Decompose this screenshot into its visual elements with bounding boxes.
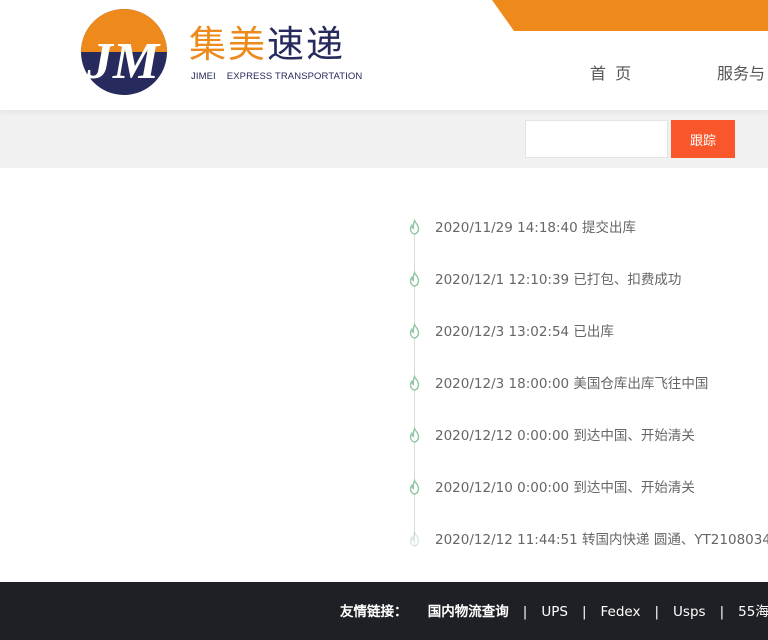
tracking-search-bar: 跟踪 (0, 110, 768, 168)
brand-name-en: JIMEI EXPRESS TRANSPORTATION (191, 71, 362, 82)
footer-link[interactable]: Usps (673, 603, 706, 621)
brand-name-part2: 速递 (267, 23, 345, 66)
tracking-event-text: 2020/11/29 14:18:40 提交出库 (435, 220, 637, 236)
footer-link[interactable]: UPS (541, 603, 568, 621)
flame-icon (409, 271, 420, 287)
footer-separator: | (522, 604, 528, 620)
friend-links-label: 友情链接： (340, 604, 408, 620)
footer-link[interactable]: 55海 (738, 603, 768, 621)
flame-icon (409, 219, 420, 235)
tracking-event-text: 2020/12/10 0:00:00 到达中国、开始清关 (435, 480, 695, 496)
footer-separator: | (654, 604, 660, 620)
header-accent-band (492, 0, 768, 31)
nav-service[interactable]: 服务与 (717, 60, 765, 84)
flame-icon (409, 323, 420, 339)
friend-links: 友情链接： 国内物流查询 | UPS | Fedex | Usps | 55海 (340, 603, 768, 621)
flame-icon (409, 479, 420, 495)
footer-link[interactable]: Fedex (601, 603, 641, 621)
brand-name-cn: 集美速递 (189, 26, 345, 63)
tracking-event-text: 2020/12/12 0:00:00 到达中国、开始清关 (435, 428, 695, 444)
tracking-event-text: 2020/12/1 12:10:39 已打包、扣费成功 (435, 272, 682, 288)
footer-separator: | (581, 604, 587, 620)
logo-letters: JM (86, 33, 161, 90)
brand-name-part1: 集美 (189, 23, 267, 66)
nav-home[interactable]: 首 页 (590, 60, 633, 84)
site-footer: 友情链接： 国内物流查询 | UPS | Fedex | Usps | 55海 (0, 582, 768, 640)
tracking-event-text: 2020/12/3 13:02:54 已出库 (435, 324, 614, 340)
tracking-event-text: 2020/12/3 18:00:00 美国仓库出库飞往中国 (435, 376, 709, 392)
flame-icon (409, 531, 420, 547)
track-button[interactable]: 跟踪 (671, 120, 735, 158)
brand-en-part1: JIMEI (191, 71, 216, 82)
footer-separator: | (719, 604, 725, 620)
tracking-number-input[interactable] (525, 120, 668, 158)
tracking-timeline: 2020/11/29 14:18:40 提交出库 2020/12/1 12:10:… (0, 168, 768, 582)
tracking-event-text: 2020/12/12 11:44:51 转国内快递 圆通、YT2108034 (435, 532, 768, 548)
brand-logo-icon[interactable]: JM (80, 8, 168, 96)
site-header: JM 集美速递 JIMEI EXPRESS TRANSPORTATION 首 页 … (0, 0, 768, 110)
flame-icon (409, 375, 420, 391)
brand-en-part2: EXPRESS TRANSPORTATION (226, 71, 363, 82)
footer-link[interactable]: 国内物流查询 (428, 603, 509, 621)
flame-icon (409, 427, 420, 443)
